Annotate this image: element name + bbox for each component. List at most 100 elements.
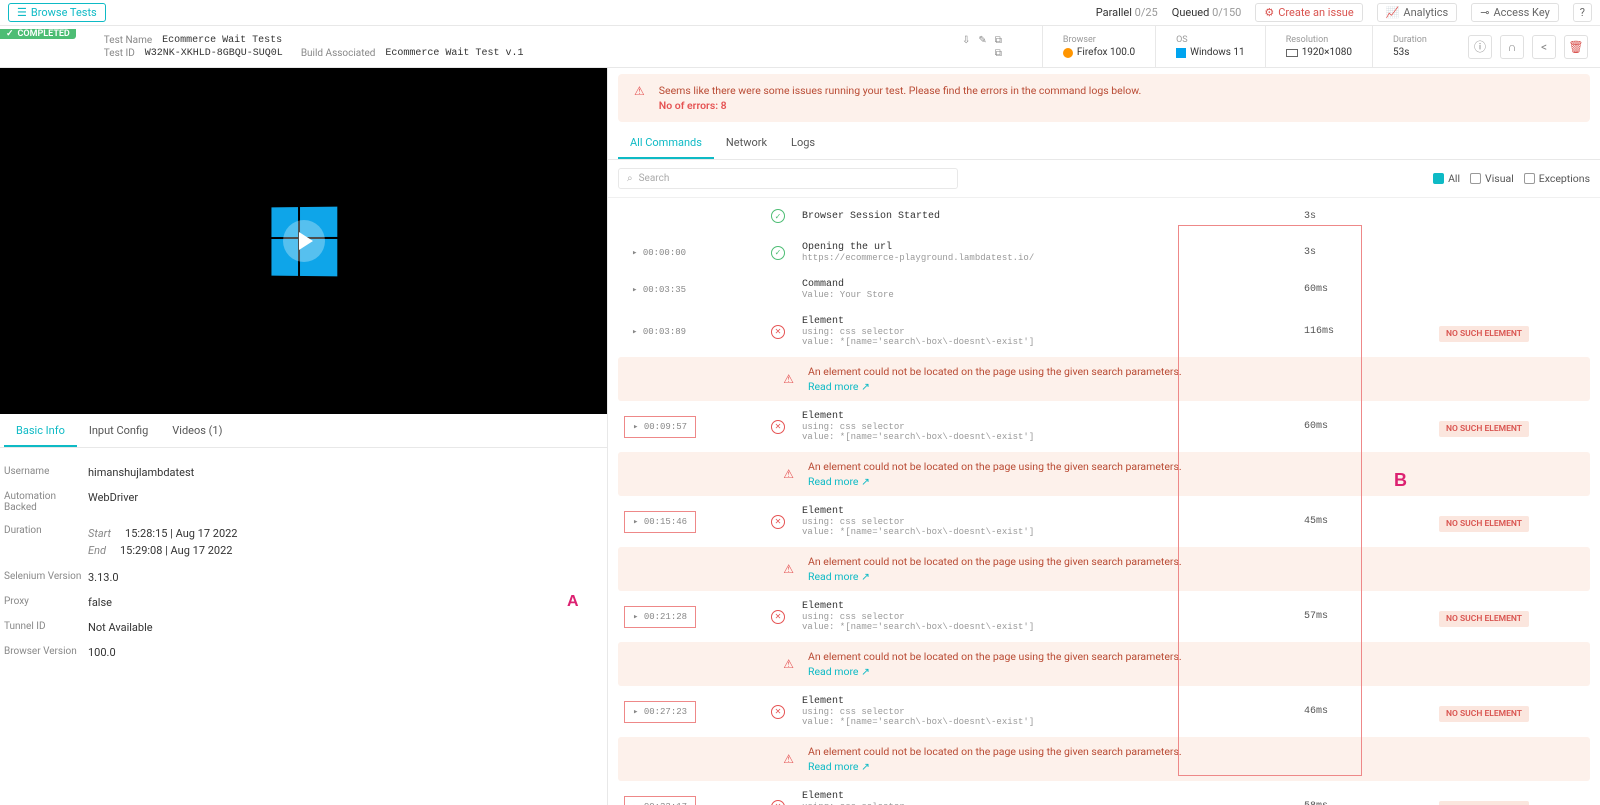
command-title: Browser Session Started	[802, 211, 1304, 222]
command-row[interactable]: ▸ 00:00:00✓Opening the urlhttps://ecomme…	[608, 234, 1600, 271]
x-icon: ✕	[771, 705, 785, 719]
command-duration: 116ms	[1304, 326, 1384, 337]
help-button[interactable]: ?	[1573, 3, 1592, 22]
list-icon: ☰	[17, 6, 27, 19]
command-row[interactable]: ▸ 00:03:35CommandValue: Your Store60ms	[608, 271, 1600, 308]
timestamp: ▸ 00:03:89	[624, 322, 694, 342]
command-duration: 46ms	[1304, 706, 1384, 717]
test-name-value: Ecommerce Wait Tests	[162, 35, 282, 46]
copy-icon[interactable]: ⧉	[995, 48, 1002, 59]
timestamp: ▸ 00:09:57	[624, 416, 696, 438]
error-badge: NO SUCH ELEMENT	[1439, 801, 1529, 805]
analytics-button[interactable]: 📈Analytics	[1377, 3, 1458, 22]
command-title: Element	[802, 411, 1304, 422]
command-duration: 57ms	[1304, 611, 1384, 622]
x-icon: ✕	[771, 325, 785, 339]
create-issue-button[interactable]: ⚙Create an issue	[1255, 3, 1362, 22]
command-row[interactable]: ▸ 00:09:57✕Elementusing: css selectorval…	[608, 403, 1600, 450]
error-banner: ⚠ Seems like there were some issues runn…	[618, 74, 1590, 122]
test-name-label: Test Name	[104, 35, 152, 46]
command-duration: 58ms	[1304, 801, 1384, 805]
parallel-stat: Parallel 0/25	[1096, 6, 1158, 19]
warning-icon: ⚠	[634, 84, 645, 98]
error-badge: NO SUCH ELEMENT	[1439, 706, 1529, 722]
end-time: 15:29:08 | Aug 17 2022	[120, 544, 232, 557]
read-more-link[interactable]: Read more ↗	[808, 570, 1182, 583]
browser-ver-label: Browser Version	[4, 646, 88, 659]
x-icon: ✕	[771, 610, 785, 624]
filter-all[interactable]: All	[1433, 172, 1460, 185]
check-icon: ✓	[771, 209, 785, 223]
tab-all-commands[interactable]: All Commands	[618, 128, 714, 159]
timestamp: ▸ 00:21:28	[624, 606, 696, 628]
filter-visual[interactable]: Visual	[1470, 172, 1514, 185]
command-row[interactable]: ▸ 00:27:23✕Elementusing: css selectorval…	[608, 688, 1600, 735]
command-row[interactable]: ▸ 00:15:46✕Elementusing: css selectorval…	[608, 498, 1600, 545]
bookmark-button[interactable]: ∩	[1500, 35, 1524, 59]
error-badge: NO SUCH ELEMENT	[1439, 421, 1529, 437]
timestamp: ▸ 00:03:35	[624, 280, 694, 300]
x-icon: ✕	[771, 515, 785, 529]
play-button[interactable]	[283, 220, 325, 262]
chart-icon: 📈	[1386, 6, 1400, 19]
annotation-a: A	[567, 593, 579, 611]
browse-tests-label: Browse Tests	[31, 6, 97, 19]
command-title: Element	[802, 696, 1304, 707]
start-time: 15:28:15 | Aug 17 2022	[125, 527, 237, 540]
edit-icon[interactable]: ✎	[978, 35, 986, 46]
command-row[interactable]: ▸ 00:33:17✕Elementusing: css selectorval…	[608, 783, 1600, 805]
timestamp: ▸ 00:00:00	[624, 243, 694, 263]
tab-input-config[interactable]: Input Config	[77, 416, 160, 447]
browse-tests-button[interactable]: ☰ Browse Tests	[8, 3, 106, 22]
command-title: Element	[802, 506, 1304, 517]
timestamp: ▸ 00:33:17	[624, 796, 696, 805]
build-label: Build Associated	[301, 48, 376, 59]
info-button[interactable]: ⓘ	[1468, 35, 1492, 59]
tab-logs[interactable]: Logs	[779, 128, 827, 159]
warning-icon: ⚠	[634, 467, 794, 481]
timestamp: ▸ 00:15:46	[624, 511, 696, 533]
browser-block: Browser Firefox 100.0	[1042, 26, 1155, 67]
command-row[interactable]: ▸ 00:03:89✕Elementusing: css selectorval…	[608, 308, 1600, 355]
resolution-block: Resolution 1920×1080	[1265, 26, 1372, 67]
windows-icon	[1176, 48, 1186, 58]
read-more-link[interactable]: Read more ↗	[808, 475, 1182, 488]
download-icon[interactable]: ⇩	[962, 35, 970, 46]
tab-network[interactable]: Network	[714, 128, 779, 159]
error-row: ⚠An element could not be located on the …	[618, 547, 1590, 591]
delete-button[interactable]: 🗑	[1564, 35, 1588, 59]
tunnel-value: Not Available	[88, 621, 153, 634]
access-key-button[interactable]: ⊸Access Key	[1471, 3, 1559, 22]
filter-exceptions[interactable]: Exceptions	[1524, 172, 1590, 185]
os-block: OS Windows 11	[1155, 26, 1265, 67]
command-duration: 60ms	[1304, 284, 1384, 295]
browser-ver-value: 100.0	[88, 646, 116, 659]
command-row[interactable]: ✓Browser Session Started3s	[608, 198, 1600, 234]
read-more-link[interactable]: Read more ↗	[808, 380, 1182, 393]
username-label: Username	[4, 466, 88, 479]
search-icon: ⌕	[627, 173, 633, 184]
check-icon: ✓	[771, 246, 785, 260]
tab-videos[interactable]: Videos (1)	[160, 416, 234, 447]
tunnel-label: Tunnel ID	[4, 621, 88, 634]
tab-basic-info[interactable]: Basic Info	[4, 416, 77, 447]
firefox-icon	[1063, 48, 1073, 58]
proxy-value: false	[88, 596, 112, 609]
duration-block: Duration 53s	[1372, 26, 1456, 67]
video-player[interactable]	[0, 68, 607, 414]
warning-icon: ⚠	[634, 657, 794, 671]
command-title: Element	[802, 316, 1304, 327]
read-more-link[interactable]: Read more ↗	[808, 665, 1182, 678]
error-badge: NO SUCH ELEMENT	[1439, 326, 1529, 342]
error-row: ⚠An element could not be located on the …	[618, 642, 1590, 686]
test-id-label: Test ID	[104, 48, 135, 59]
selenium-label: Selenium Version	[4, 571, 88, 584]
command-duration: 60ms	[1304, 421, 1384, 432]
share-button[interactable]: <	[1532, 35, 1556, 59]
read-more-link[interactable]: Read more ↗	[808, 760, 1182, 773]
search-input[interactable]: ⌕ Search	[618, 168, 958, 189]
command-row[interactable]: ▸ 00:21:28✕Elementusing: css selectorval…	[608, 593, 1600, 640]
command-duration: 45ms	[1304, 516, 1384, 527]
error-row: ⚠An element could not be located on the …	[618, 737, 1590, 781]
copy-icon[interactable]: ⧉	[995, 35, 1002, 46]
